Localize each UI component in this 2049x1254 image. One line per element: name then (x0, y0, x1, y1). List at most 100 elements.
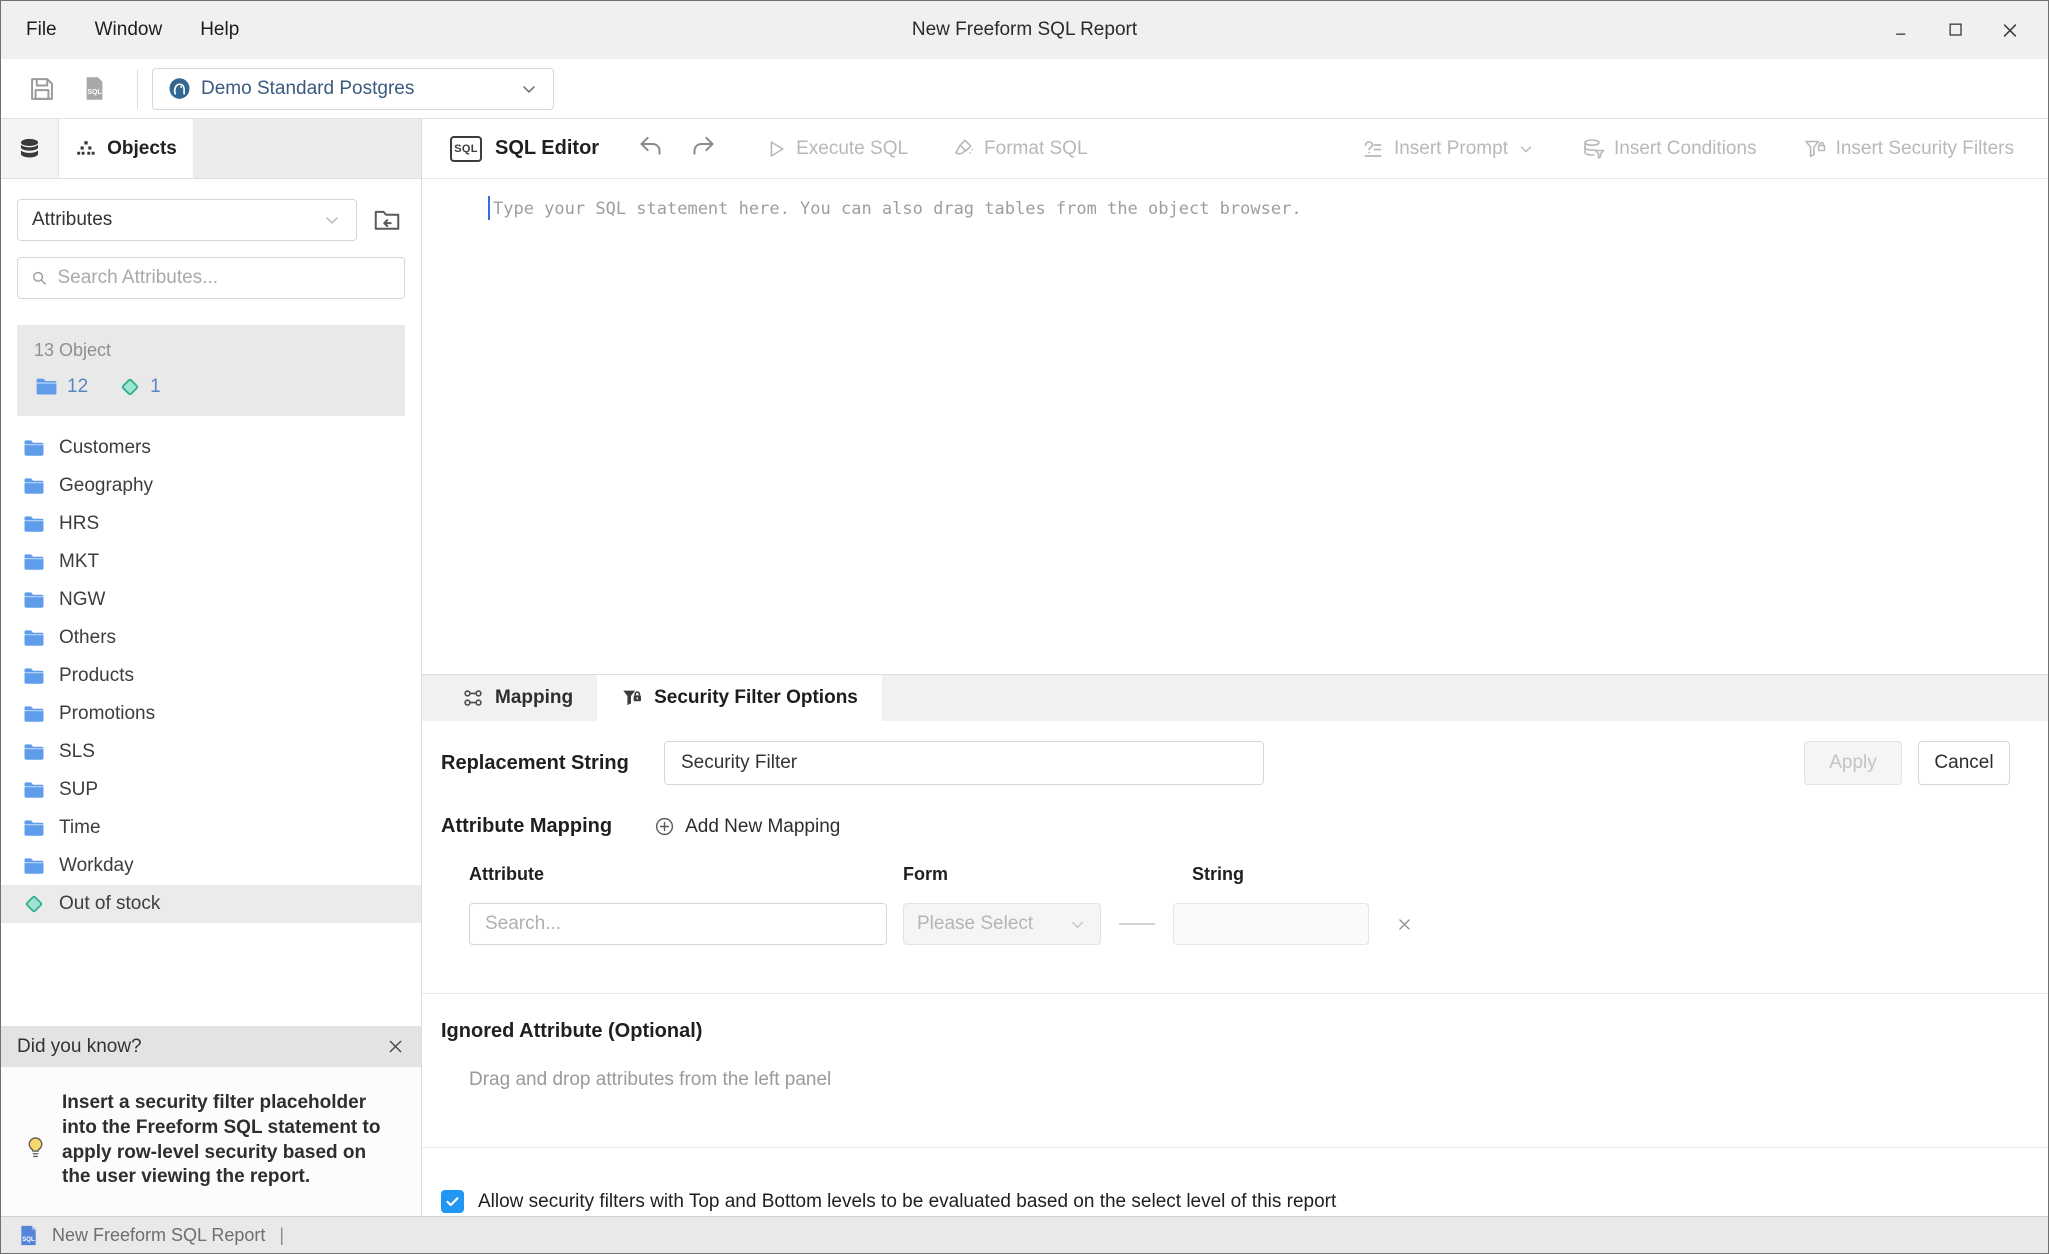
attribute-mapping-table: Attribute Form String Please Select (469, 864, 2048, 945)
tab-objects-label: Objects (107, 138, 177, 160)
tab-mapping[interactable]: Mapping (438, 675, 597, 721)
section-divider (422, 993, 2048, 994)
object-type-value: Attributes (32, 209, 112, 231)
attribute-mapping-label: Attribute Mapping (441, 815, 612, 838)
cancel-button[interactable]: Cancel (1918, 741, 2010, 785)
folder-label: Workday (59, 855, 134, 877)
form-select-value: Please Select (917, 913, 1033, 935)
folder-item[interactable]: SLS (1, 733, 421, 771)
folder-label: Geography (59, 475, 153, 497)
connector-dash (1119, 923, 1155, 925)
folder-icon (22, 474, 46, 498)
folder-item[interactable]: Promotions (1, 695, 421, 733)
chevron-down-icon (519, 79, 539, 99)
export-sql-button[interactable] (79, 74, 109, 104)
string-input[interactable] (1173, 903, 1369, 945)
folder-icon (22, 854, 46, 878)
attribute-diamond-icon (118, 375, 142, 399)
ignored-attribute-label: Ignored Attribute (Optional) (441, 1020, 2048, 1043)
sql-report-icon (17, 1224, 40, 1247)
search-attributes-input[interactable] (57, 267, 392, 289)
folder-item[interactable]: SUP (1, 771, 421, 809)
did-you-know-title: Did you know? (17, 1036, 142, 1058)
sql-statement-editor[interactable]: Type your SQL statement here. You can al… (422, 179, 2048, 674)
folder-label: NGW (59, 589, 105, 611)
folder-up-button[interactable] (369, 202, 405, 238)
form-select[interactable]: Please Select (903, 903, 1101, 945)
attribute-item-out-of-stock[interactable]: Out of stock (1, 885, 421, 923)
did-you-know-panel: Did you know? Insert a security filter p… (1, 1026, 421, 1216)
insert-security-filters-button[interactable]: Insert Security Filters (1803, 137, 2014, 161)
format-sql-button[interactable]: Format SQL (952, 137, 1087, 160)
tab-security-filter-options[interactable]: Security Filter Options (597, 675, 882, 721)
sql-placeholder: Type your SQL statement here. You can al… (493, 199, 1302, 219)
tab-objects[interactable]: Objects (59, 119, 193, 178)
replacement-string-input[interactable] (664, 741, 1264, 785)
add-new-mapping-button[interactable]: Add New Mapping (654, 816, 840, 838)
insert-conditions-button[interactable]: Insert Conditions (1581, 137, 1757, 161)
redo-button[interactable] (690, 135, 717, 162)
folder-item[interactable]: NGW (1, 581, 421, 619)
allow-security-filters-checkbox[interactable] (441, 1190, 464, 1213)
insert-prompt-label: Insert Prompt (1394, 138, 1508, 160)
section-divider (422, 1147, 2048, 1148)
attribute-count: 1 (150, 376, 161, 398)
bottom-panel-tabs: Mapping Security Filter Options (422, 674, 2048, 721)
main-toolbar: Demo Standard Postgres (1, 59, 2048, 119)
folder-icon (22, 436, 46, 460)
maximize-button[interactable] (1946, 20, 1966, 40)
allow-security-filters-label: Allow security filters with Top and Bott… (478, 1191, 1336, 1213)
tip-text: Insert a security filter placeholder int… (62, 1091, 392, 1190)
folder-item[interactable]: Others (1, 619, 421, 657)
attribute-search (17, 257, 405, 299)
sidebar-tabs: Objects (1, 119, 421, 179)
folder-icon (22, 550, 46, 574)
folder-item[interactable]: Geography (1, 467, 421, 505)
menu-help[interactable]: Help (200, 19, 239, 41)
folder-icon (22, 816, 46, 840)
folder-label: SLS (59, 741, 95, 763)
execute-sql-button[interactable]: Execute SQL (765, 138, 908, 160)
save-button[interactable] (27, 74, 57, 104)
format-sql-label: Format SQL (984, 138, 1087, 160)
close-tip-icon[interactable] (386, 1037, 405, 1056)
tab-mapping-label: Mapping (495, 687, 573, 709)
folder-label: Promotions (59, 703, 155, 725)
status-report-name: New Freeform SQL Report (52, 1225, 265, 1246)
object-count-label: 13 Object (34, 340, 388, 361)
folder-item[interactable]: HRS (1, 505, 421, 543)
attribute-search-input[interactable] (469, 903, 887, 945)
menu-file[interactable]: File (26, 19, 57, 41)
conditions-icon (1581, 137, 1605, 161)
chevron-down-icon (1517, 140, 1535, 158)
folder-item[interactable]: Customers (1, 429, 421, 467)
sql-editor-title: SQL Editor (495, 137, 599, 160)
minimize-button[interactable] (1892, 20, 1912, 40)
plus-circle-icon (654, 816, 675, 837)
apply-button[interactable]: Apply (1804, 741, 1902, 785)
lightbulb-icon (23, 1135, 48, 1160)
ignored-attribute-dropzone[interactable]: Drag and drop attributes from the left p… (469, 1069, 2048, 1091)
folder-item[interactable]: MKT (1, 543, 421, 581)
object-type-dropdown[interactable]: Attributes (17, 199, 357, 241)
datasource-dropdown[interactable]: Demo Standard Postgres (152, 68, 554, 110)
folder-icon (22, 702, 46, 726)
replacement-string-label: Replacement String (441, 752, 664, 775)
menu-window[interactable]: Window (95, 19, 163, 41)
insert-prompt-button[interactable]: Insert Prompt (1361, 137, 1535, 161)
objects-hierarchy-icon (75, 138, 97, 160)
tab-data-sources[interactable] (1, 119, 59, 178)
folder-label: Others (59, 627, 116, 649)
folder-label: MKT (59, 551, 99, 573)
text-cursor (488, 196, 490, 220)
remove-mapping-button[interactable] (1396, 916, 1413, 933)
insert-security-filters-label: Insert Security Filters (1836, 138, 2014, 160)
folder-item[interactable]: Products (1, 657, 421, 695)
folder-item[interactable]: Time (1, 809, 421, 847)
column-form: Form (903, 864, 1192, 885)
undo-button[interactable] (637, 135, 664, 162)
folder-label: HRS (59, 513, 99, 535)
database-icon (17, 136, 42, 161)
folder-item[interactable]: Workday (1, 847, 421, 885)
close-window-button[interactable] (2000, 20, 2020, 40)
